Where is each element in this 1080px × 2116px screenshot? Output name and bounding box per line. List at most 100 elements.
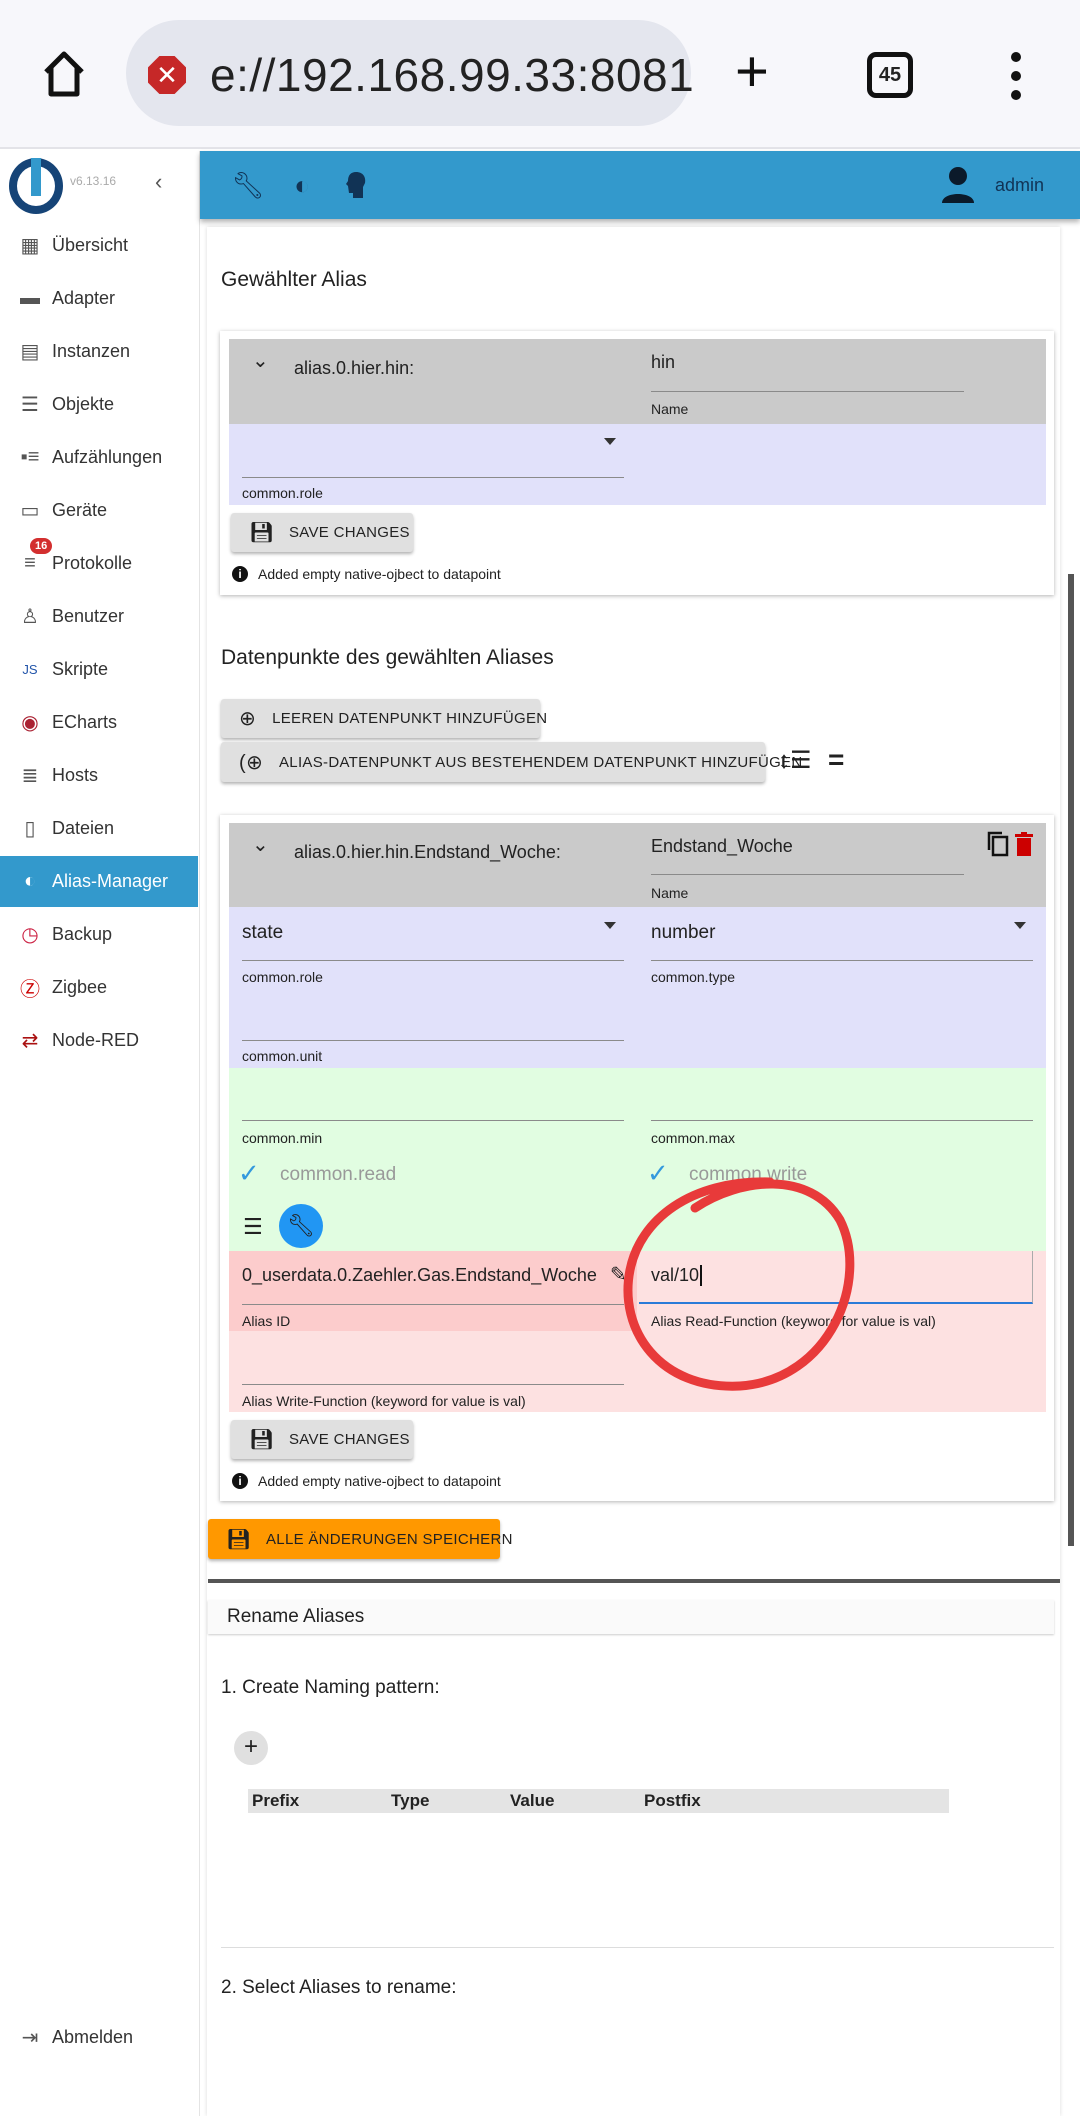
info-icon: i bbox=[232, 566, 248, 582]
sidebar-item-echarts[interactable]: ◉ ECharts bbox=[0, 697, 198, 748]
section-divider bbox=[208, 1579, 1060, 1583]
sidebar-item-skripte[interactable]: JS Skripte bbox=[0, 644, 198, 695]
sidebar-item-label: Zigbee bbox=[52, 977, 108, 997]
selected-alias-heading: Gewählter Alias bbox=[221, 268, 367, 291]
role-underline bbox=[242, 477, 624, 478]
alias-id: alias.0.hier.hin: bbox=[294, 358, 415, 378]
sidebar-item-label: Adapter bbox=[52, 288, 116, 308]
sidebar-item-objekte[interactable]: ☰ Objekte bbox=[0, 379, 198, 430]
iobroker-logo bbox=[9, 158, 63, 214]
sidebar-item-benutzer[interactable]: ♙ Benutzer bbox=[0, 591, 198, 642]
sidebar-item-protokolle[interactable]: ≡ 16 Protokolle bbox=[0, 537, 198, 589]
save-changes-button[interactable]: 💾︎ SAVE CHANGES bbox=[231, 513, 413, 552]
sidebar-item-backup[interactable]: ◷ Backup bbox=[0, 909, 198, 960]
sidebar-item-logout[interactable]: ⇥ Abmelden bbox=[0, 2012, 198, 2063]
logout-icon: ⇥ bbox=[21, 2027, 39, 2049]
delete-icon[interactable] bbox=[1015, 832, 1033, 856]
sidebar: v6.13.16 ‹ ▦ Übersicht ▬ Adapter ▤ Instanzen ☰… bbox=[0, 151, 200, 2116]
wrench-mode-button[interactable]: 🔧︎ bbox=[279, 1204, 323, 1248]
datapoint-name-input[interactable]: Endstand_Woche bbox=[651, 836, 793, 857]
home-icon[interactable] bbox=[40, 48, 88, 100]
type-section bbox=[229, 907, 1046, 1068]
datapoints-heading: Datenpunkte des gewählten Aliases bbox=[221, 646, 554, 669]
expand-chevron-icon[interactable]: ⌄ bbox=[252, 832, 269, 857]
alias-id-label: Alias ID bbox=[242, 1313, 291, 1329]
url-text[interactable]: e://192.168.99.33:8081 bbox=[210, 48, 694, 102]
devices-icon: ▭ bbox=[20, 500, 40, 522]
sidebar-item-label: Hosts bbox=[52, 765, 99, 785]
min-underline bbox=[242, 1120, 624, 1121]
sidebar-item-aufz-hlungen[interactable]: ▪≡ Aufzählungen bbox=[0, 432, 198, 483]
role-select[interactable] bbox=[242, 430, 624, 477]
pattern-table-header: Prefix Type Value Postfix bbox=[248, 1789, 949, 1813]
min-input[interactable] bbox=[242, 1080, 624, 1120]
read-checkbox[interactable]: ✓ bbox=[238, 1158, 260, 1189]
new-tab-icon[interactable]: + bbox=[735, 42, 769, 102]
role-select[interactable]: state bbox=[242, 922, 283, 944]
sidebar-item-dateien[interactable]: ▯ Dateien bbox=[0, 803, 198, 854]
write-function-label: Alias Write-Function (keyword for value … bbox=[242, 1393, 526, 1409]
dropdown-arrow-icon[interactable] bbox=[604, 922, 616, 929]
save-changes-button[interactable]: 💾︎ SAVE CHANGES bbox=[231, 1420, 413, 1459]
rename-aliases-header: Rename Aliases bbox=[208, 1600, 1054, 1634]
type-label: common.type bbox=[651, 969, 736, 985]
add-link-icon: (⊕ bbox=[239, 751, 264, 774]
file-icon: ▯ bbox=[24, 818, 36, 840]
tab-count-button[interactable]: 45 bbox=[867, 52, 913, 98]
sidebar-item-ger-te[interactable]: ▭ Geräte bbox=[0, 485, 198, 536]
name-underline bbox=[651, 874, 964, 875]
sidebar-item-label: Protokolle bbox=[52, 553, 133, 573]
add-empty-datapoint-button[interactable]: ⊕ LEEREN DATENPUNKT HINZUFÜGEN bbox=[221, 699, 547, 738]
sidebar-item-hosts[interactable]: ≣ Hosts bbox=[0, 750, 198, 801]
js-icon: JS bbox=[22, 662, 38, 677]
equals-icon[interactable]: = bbox=[828, 744, 844, 776]
sidebar-item-label: Aufzählungen bbox=[52, 447, 163, 467]
sidebar-item-zigbee[interactable]: Ⓩ Zigbee bbox=[0, 962, 198, 1013]
add-circle-icon: ⊕ bbox=[239, 708, 257, 730]
scrollbar[interactable] bbox=[1068, 574, 1074, 1546]
add-pattern-button[interactable]: + bbox=[234, 1731, 268, 1765]
url-bar[interactable]: ✕ e://192.168.99.33:8081 bbox=[126, 20, 694, 126]
theme-toggle-icon[interactable]: ◐ bbox=[286, 169, 318, 201]
list-icon: ☰ bbox=[21, 394, 39, 416]
sidebar-item-alias-manager[interactable]: ◐ Alias-Manager bbox=[0, 856, 198, 907]
save-all-button[interactable]: 💾︎ ALLE ÄNDERUNGEN SPEICHERN bbox=[208, 1519, 512, 1559]
collapse-chevron-icon[interactable]: ‹ bbox=[155, 169, 162, 195]
list-view-icon[interactable]: ☰ bbox=[243, 1214, 263, 1240]
expand-chevron-icon[interactable]: ⌄ bbox=[252, 348, 269, 373]
sidebar-item-adapter[interactable]: ▬ Adapter bbox=[0, 273, 198, 324]
insecure-icon[interactable]: ✕ bbox=[148, 56, 186, 94]
menu-icon[interactable] bbox=[1010, 52, 1022, 100]
sidebar-item-instanzen[interactable]: ▤ Instanzen bbox=[0, 326, 198, 377]
unit-label: common.unit bbox=[242, 1048, 323, 1064]
column-type: Type bbox=[391, 1791, 430, 1810]
username[interactable]: admin bbox=[995, 175, 1044, 196]
expert-mode-icon[interactable] bbox=[340, 169, 372, 201]
type-select[interactable]: number bbox=[651, 922, 715, 944]
add-existing-datapoint-button[interactable]: (⊕ ALIAS-DATENPUNKT AUS BESTEHENDEM DATEN… bbox=[221, 742, 802, 782]
alias-id-underline bbox=[242, 1304, 624, 1305]
dropdown-arrow-icon[interactable] bbox=[1014, 922, 1026, 929]
sidebar-item-node-red[interactable]: ⇄ Node-RED bbox=[0, 1015, 198, 1066]
alias-name-input[interactable]: hin bbox=[651, 352, 675, 373]
max-underline bbox=[651, 1120, 1033, 1121]
datapoint-header bbox=[229, 823, 1046, 907]
app-bar: 🔧︎ ◐ admin bbox=[200, 151, 1080, 219]
notification-badge: 16 bbox=[30, 537, 53, 554]
browser-toolbar: ✕ e://192.168.99.33:8081 + 45 bbox=[0, 0, 1080, 149]
wrench-icon[interactable]: 🔧︎ bbox=[232, 169, 265, 201]
sort-icon[interactable]: ↕☰ bbox=[778, 746, 812, 775]
max-input[interactable] bbox=[651, 1080, 1033, 1120]
alias-header bbox=[229, 339, 1046, 424]
instances-icon: ▤ bbox=[20, 341, 40, 363]
dropdown-arrow-icon[interactable] bbox=[604, 438, 616, 445]
unit-input[interactable] bbox=[242, 1000, 624, 1040]
copy-icon[interactable] bbox=[986, 830, 1010, 858]
sidebar-item-label: ECharts bbox=[52, 712, 118, 732]
sidebar-item--bersicht[interactable]: ▦ Übersicht bbox=[0, 220, 198, 271]
alias-id-input[interactable]: 0_userdata.0.Zaehler.Gas.Endstand_Woche bbox=[242, 1265, 597, 1286]
write-function-underline bbox=[242, 1384, 624, 1385]
write-function-input[interactable] bbox=[242, 1344, 624, 1384]
sidebar-item-label: Skripte bbox=[52, 659, 109, 679]
user-avatar-icon[interactable] bbox=[940, 165, 976, 205]
